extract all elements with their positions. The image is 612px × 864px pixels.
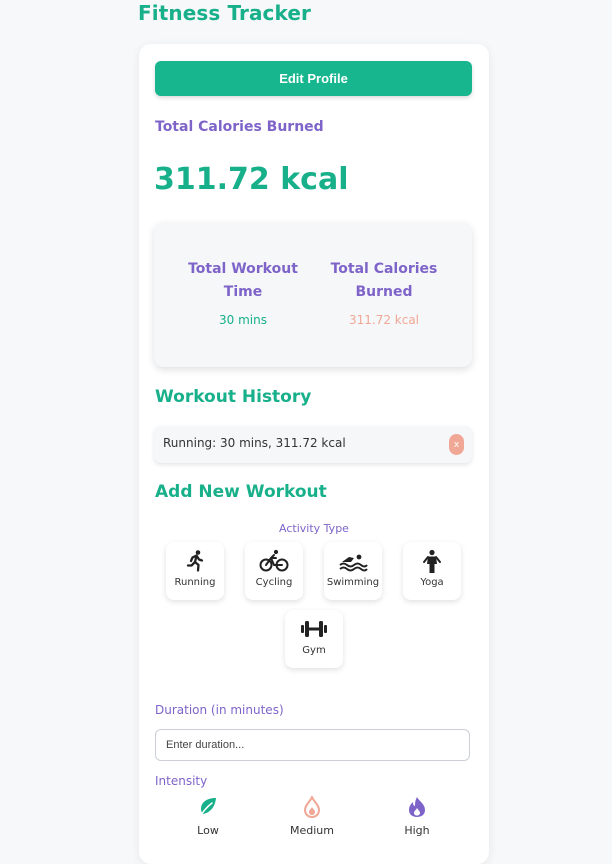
running-icon <box>186 550 204 572</box>
workout-time-stat: Total Workout Time 30 mins <box>178 258 308 327</box>
history-item-text: Running: 30 mins, 311.72 kcal <box>163 436 346 450</box>
workout-time-title: Total Workout Time <box>188 261 298 300</box>
calories-stat: Total Calories Burned 311.72 kcal <box>319 258 449 327</box>
workout-time-value: 30 mins <box>219 313 267 327</box>
leaf-icon <box>199 798 216 818</box>
bicycle-icon <box>259 549 289 572</box>
summary-panel: Total Workout Time 30 mins Total Calorie… <box>154 222 472 367</box>
activity-type-label: Activity Type <box>279 522 349 535</box>
activity-label: Swimming <box>326 577 380 588</box>
main-card: Edit Profile Total Calories Burned 311.7… <box>139 44 489 864</box>
calories-stat-title: Total Calories Burned <box>330 261 438 300</box>
duration-input[interactable] <box>155 729 470 761</box>
activity-running[interactable]: Running <box>166 542 224 600</box>
activity-label: Cycling <box>255 577 293 588</box>
add-workout-title: Add New Workout <box>155 482 327 502</box>
dumbbell-icon <box>301 621 327 637</box>
workout-history-title: Workout History <box>155 387 312 407</box>
history-item: Running: 30 mins, 311.72 kcal x <box>154 426 472 463</box>
total-calories-value: 311.72 kcal <box>154 162 349 197</box>
fire-icon <box>409 797 425 817</box>
flame-icon <box>303 796 321 818</box>
yoga-icon <box>423 549 441 573</box>
activity-label: Running <box>174 577 216 588</box>
remove-workout-button[interactable]: x <box>449 434 464 455</box>
activity-gym[interactable]: Gym <box>285 610 343 668</box>
edit-profile-button[interactable]: Edit Profile <box>155 61 472 96</box>
activity-label: Yoga <box>420 577 444 588</box>
duration-label: Duration (in minutes) <box>155 703 284 717</box>
calories-stat-value: 311.72 kcal <box>348 313 420 327</box>
intensity-label: Intensity <box>155 774 208 788</box>
total-calories-label: Total Calories Burned <box>155 119 324 135</box>
activity-label: Gym <box>302 645 326 656</box>
activity-swimming[interactable]: Swimming <box>324 542 382 600</box>
activity-cycling[interactable]: Cycling <box>245 542 303 600</box>
activity-yoga[interactable]: Yoga <box>403 542 461 600</box>
swimming-icon <box>339 554 368 572</box>
app-title: Fitness Tracker <box>138 1 312 25</box>
